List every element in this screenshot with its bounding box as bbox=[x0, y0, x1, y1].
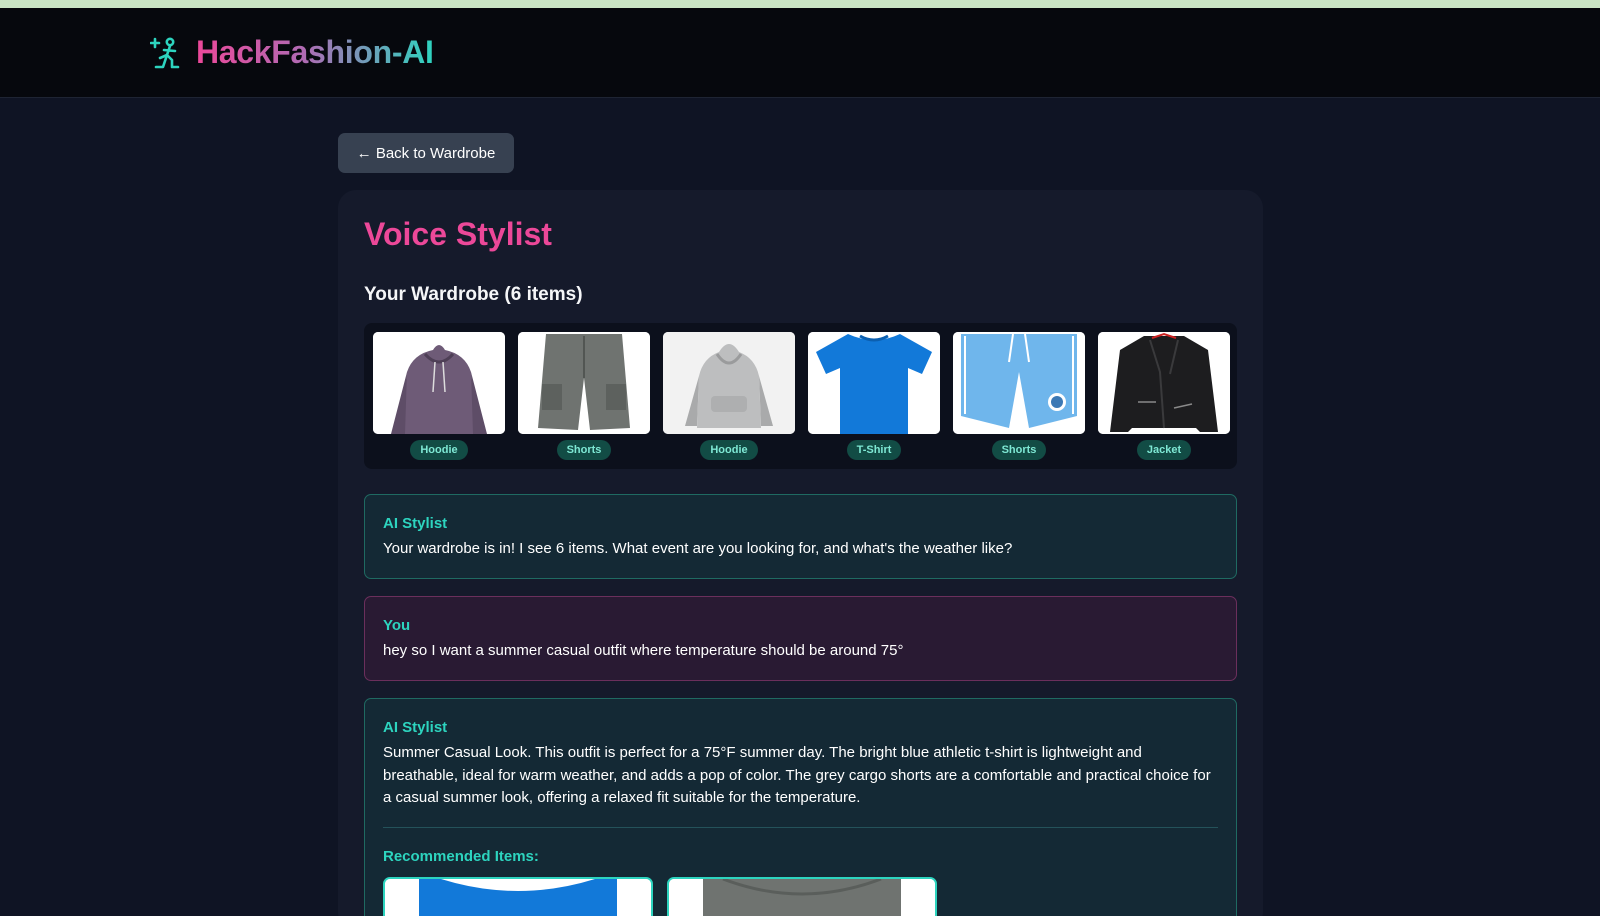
item-tag: Hoodie bbox=[410, 440, 468, 460]
divider bbox=[383, 826, 1218, 828]
blue-tshirt-icon bbox=[808, 332, 940, 434]
figure-sparkle-icon bbox=[149, 36, 182, 70]
chat-message-ai: AI Stylist Summer Casual Look. This outf… bbox=[364, 698, 1237, 916]
top-strip bbox=[0, 0, 1600, 8]
item-tag: T-Shirt bbox=[846, 440, 902, 460]
grey-hoodie-icon bbox=[663, 332, 795, 434]
message-text: Your wardrobe is in! I see 6 items. What… bbox=[383, 540, 1013, 557]
recommended-item[interactable] bbox=[667, 876, 937, 916]
message-sender: AI Stylist bbox=[383, 719, 448, 736]
wardrobe-item[interactable]: Shorts bbox=[953, 332, 1085, 460]
message-sender: AI Stylist bbox=[383, 515, 448, 532]
page-title: Voice Stylist bbox=[364, 216, 552, 252]
grey-cargo-shorts-icon bbox=[669, 878, 935, 916]
message-sender: You bbox=[383, 617, 411, 634]
item-tag: Jacket bbox=[1136, 440, 1192, 460]
wardrobe-item[interactable]: Jacket bbox=[1098, 332, 1230, 460]
recommended-items bbox=[383, 876, 1218, 916]
item-tag: Shorts bbox=[991, 440, 1047, 460]
back-to-wardrobe-button[interactable]: ← Back to Wardrobe bbox=[338, 133, 514, 173]
purple-hoodie-icon bbox=[373, 332, 505, 434]
black-leather-jacket-icon bbox=[1098, 332, 1230, 434]
blue-tshirt-icon bbox=[385, 878, 651, 916]
item-tag: Hoodie bbox=[700, 440, 758, 460]
app-header: HackFashion-AI bbox=[0, 8, 1600, 98]
brand-name[interactable]: HackFashion-AI bbox=[196, 34, 434, 71]
chat-message-ai: AI Stylist Your wardrobe is in! I see 6 … bbox=[364, 494, 1237, 579]
item-tag: Shorts bbox=[556, 440, 612, 460]
grey-cargo-shorts-icon bbox=[518, 332, 650, 434]
message-text: hey so I want a summer casual outfit whe… bbox=[383, 642, 904, 659]
voice-stylist-card: Voice Stylist Your Wardrobe (6 items) Ho… bbox=[338, 190, 1263, 916]
recommended-item[interactable] bbox=[383, 876, 653, 916]
recommended-heading: Recommended Items: bbox=[383, 847, 539, 865]
wardrobe-heading: Your Wardrobe (6 items) bbox=[364, 284, 583, 305]
wardrobe-item[interactable]: Hoodie bbox=[373, 332, 505, 460]
wardrobe-strip: Hoodie Shorts Hoodie T-Shirt Shorts Jack… bbox=[364, 323, 1237, 469]
wardrobe-item[interactable]: Shorts bbox=[518, 332, 650, 460]
blue-shorts-icon bbox=[953, 332, 1085, 434]
chat-message-user: You hey so I want a summer casual outfit… bbox=[364, 596, 1237, 681]
message-text: Summer Casual Look. This outfit is perfe… bbox=[383, 744, 1211, 806]
wardrobe-item[interactable]: Hoodie bbox=[663, 332, 795, 460]
wardrobe-item[interactable]: T-Shirt bbox=[808, 332, 940, 460]
